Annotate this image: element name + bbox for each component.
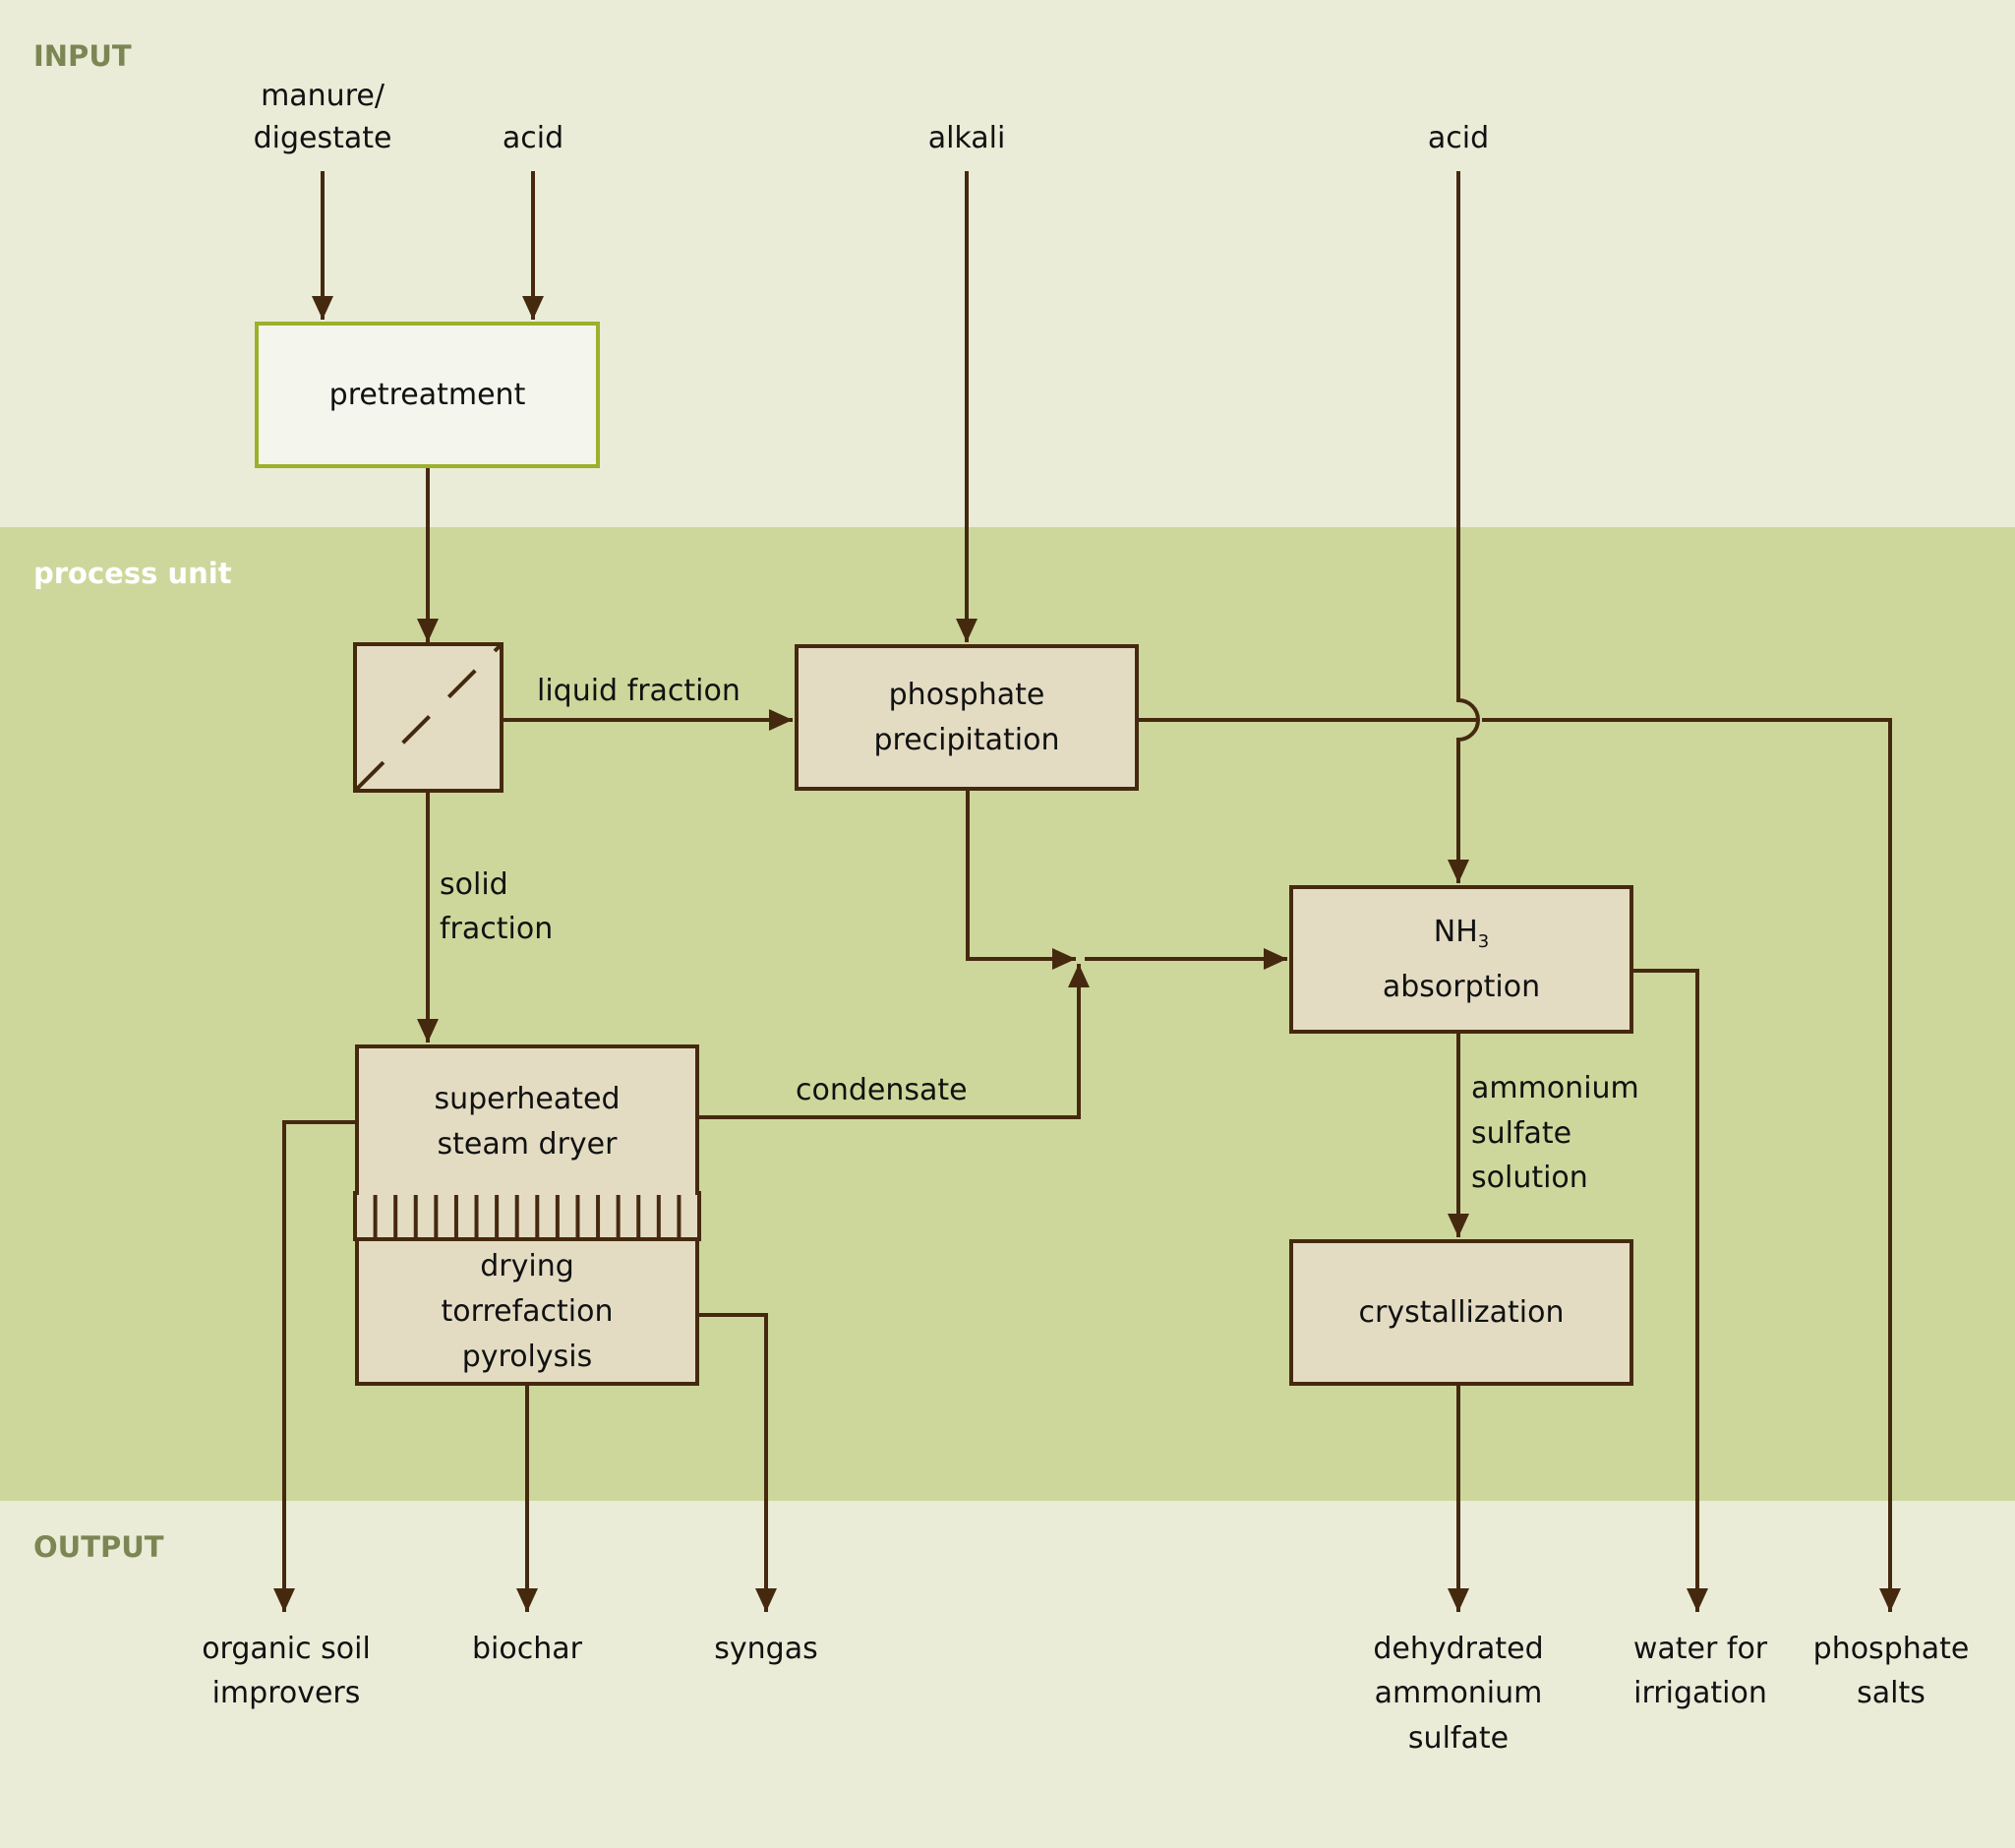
input-acid-2: acid — [1427, 121, 1490, 155]
output-biochar: biochar — [472, 1632, 582, 1666]
ammonium-sulfate-solution-line2: sulfate — [1471, 1116, 1572, 1151]
arrow-syngas — [699, 1313, 777, 1612]
input-acid-1: acid — [502, 121, 564, 155]
thermal-label-line2: torrefaction — [441, 1293, 614, 1329]
output-phosphate-salts-line2: salts — [1857, 1676, 1926, 1710]
thermal-label-line3: pyrolysis — [461, 1339, 593, 1374]
output-water-line2: irrigation — [1633, 1676, 1767, 1710]
superheated-steam-dryer-box: superheated steam dryer — [355, 1044, 699, 1195]
output-syngas: syngas — [714, 1632, 818, 1666]
input-manure-line2: digestate — [253, 121, 392, 155]
output-organic-line2: improvers — [211, 1676, 361, 1710]
output-dehydrated-line3: sulfate — [1407, 1721, 1510, 1756]
thermal-label-line1: drying — [480, 1248, 574, 1283]
solid-fraction-label-line2: fraction — [440, 912, 554, 946]
arrow-water-for-irrigation — [1633, 969, 1708, 1612]
crystallization-box: crystallization — [1289, 1239, 1633, 1386]
condensate-label: condensate — [796, 1073, 968, 1107]
pretreatment-box: pretreatment — [255, 322, 600, 468]
input-manure-line1: manure/ — [261, 79, 385, 113]
crystallization-label: crystallization — [1358, 1294, 1565, 1330]
liquid-fraction-label: liquid fraction — [537, 674, 741, 708]
flow-diagram — [273, 171, 2015, 1848]
pretreatment-label: pretreatment — [328, 377, 526, 412]
nh3-absorption-box: NH3 absorption — [1289, 885, 1633, 1034]
input-alkali: alkali — [927, 121, 1006, 155]
ammonium-sulfate-solution-line3: solution — [1471, 1161, 1588, 1195]
solid-fraction-label-line1: solid — [440, 867, 508, 902]
separator-box — [353, 642, 504, 793]
output-dehydrated-line2: ammonium — [1374, 1676, 1543, 1710]
dryer-grid — [353, 1191, 701, 1241]
output-organic-line1: organic soil — [202, 1632, 371, 1666]
ammonium-sulfate-solution-line1: ammonium — [1471, 1071, 1639, 1105]
nh3-label-line2: absorption — [1382, 969, 1541, 1004]
phosphate-precipitation-box: phosphate precipitation — [795, 644, 1139, 791]
nh3-label-line1: NH3 — [1434, 910, 1489, 965]
phosphate-label-line1: phosphate — [888, 677, 1045, 712]
nh3-formula: NH — [1433, 914, 1478, 949]
dryer-label-line1: superheated — [434, 1081, 621, 1116]
output-phosphate-salts-line1: phosphate — [1812, 1632, 1970, 1666]
output-dehydrated-line1: dehydrated — [1373, 1632, 1544, 1666]
dryer-label-line2: steam dryer — [437, 1126, 618, 1162]
arrow-organic-soil-improvers — [273, 1120, 355, 1612]
nh3-subscript: 3 — [1477, 930, 1490, 952]
arrow-phosphate-to-junction — [966, 791, 1076, 970]
phosphate-label-line2: precipitation — [873, 722, 1060, 757]
output-water-line1: water for — [1632, 1632, 1768, 1666]
thermal-treatment-box: drying torrefaction pyrolysis — [355, 1237, 699, 1386]
arrow-acid-to-nh3 — [1448, 171, 1480, 883]
